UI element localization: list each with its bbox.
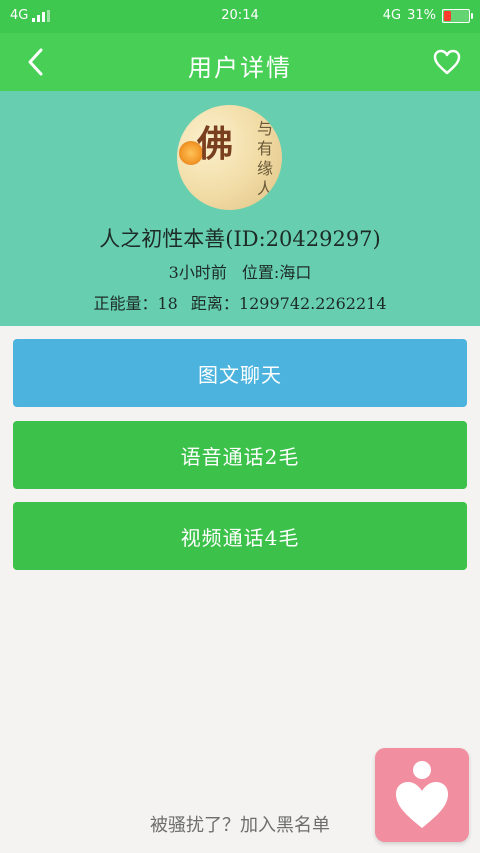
text-chat-label: 图文聊天 <box>198 362 282 387</box>
video-call-button[interactable]: 视频通话4毛 <box>13 502 467 570</box>
profile-card: 佛 与有缘人 人之初性本善(ID:20429297) 3小时前 位置:海口 正能… <box>0 91 480 326</box>
avatar[interactable]: 佛 与有缘人 <box>177 105 282 210</box>
profile-stats: 正能量：18 距离：1299742.2262214 <box>93 294 387 313</box>
network-label-right: 4G <box>382 8 402 23</box>
video-call-label: 视频通话4毛 <box>180 525 300 550</box>
avatar-caption: 与有缘人 <box>256 119 273 198</box>
text-chat-button[interactable]: 图文聊天 <box>13 339 467 407</box>
voice-call-button[interactable]: 语音通话2毛 <box>13 421 467 489</box>
battery-text: 31% <box>407 8 436 23</box>
battery-icon <box>442 8 473 23</box>
favorite-button[interactable] <box>430 45 464 79</box>
top-navbar: 用户详情 <box>0 33 480 91</box>
floating-heart-button[interactable] <box>375 748 469 842</box>
battery-fill <box>444 10 452 21</box>
heart-outline-icon <box>433 49 461 75</box>
avatar-calligraphy: 佛 <box>197 123 234 165</box>
page-title: 用户详情 <box>188 54 292 82</box>
status-bar: 4G 20:14 4G 31% <box>0 0 480 33</box>
voice-call-label: 语音通话2毛 <box>180 444 300 469</box>
profile-name: 人之初性本善(ID:20429297) <box>99 227 381 251</box>
profile-meta: 3小时前 位置:海口 <box>168 263 312 282</box>
status-right: 4G 31% <box>382 8 473 23</box>
heart-person-icon <box>396 761 448 828</box>
